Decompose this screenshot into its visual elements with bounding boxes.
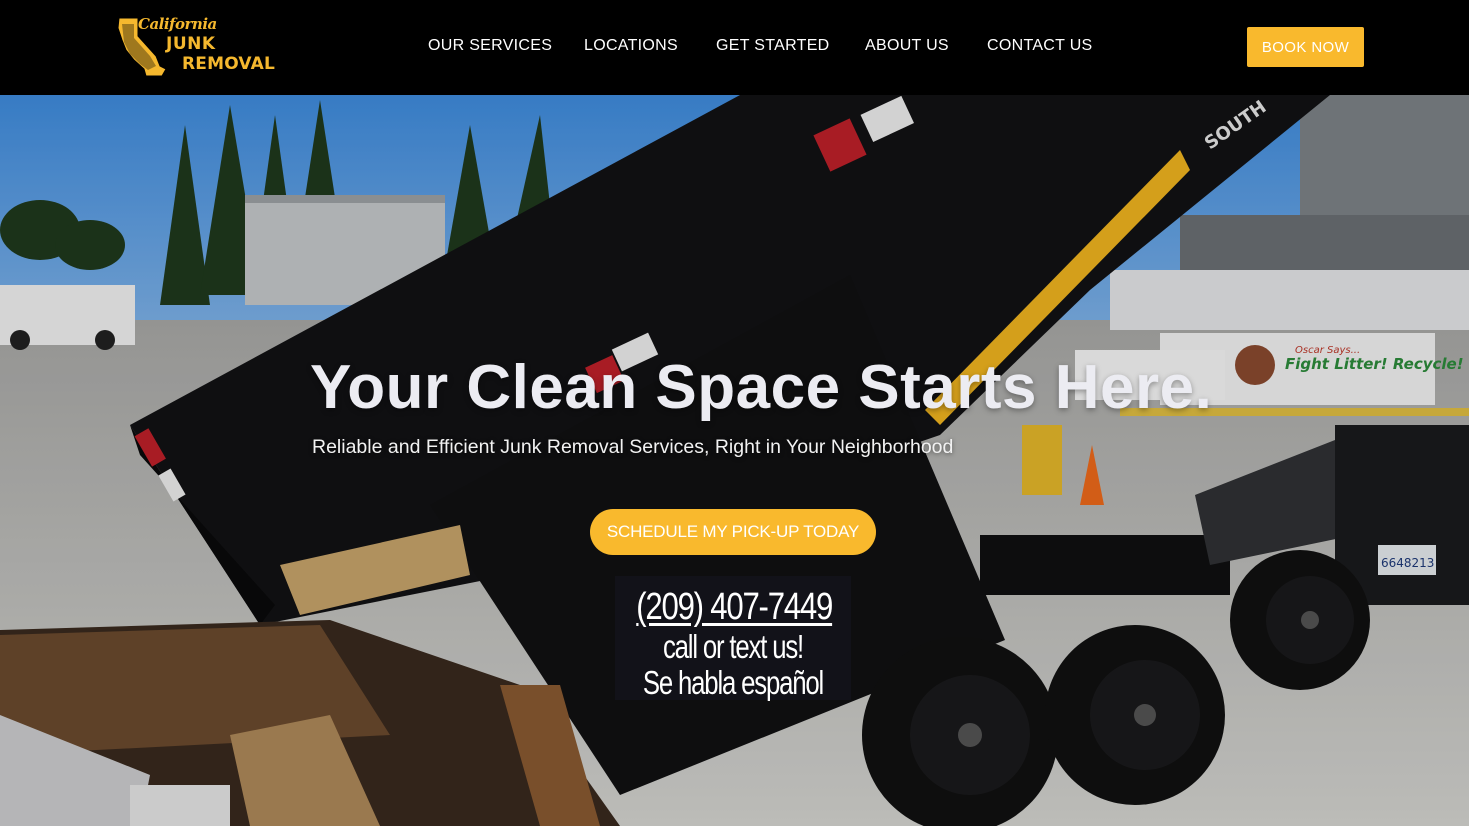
phone-contact-box: (209) 407-7449 call or text us! Se habla… xyxy=(615,576,851,701)
nav-get-started[interactable]: GET STARTED xyxy=(716,37,830,55)
hero-section: Oscar Says... Fight Litter! Recycle! SOU… xyxy=(0,95,1469,826)
phone-number-link[interactable]: (209) 407-7449 xyxy=(636,585,833,629)
nav-about-us[interactable]: ABOUT US xyxy=(865,37,949,55)
hero-background-photo: Oscar Says... Fight Litter! Recycle! SOU… xyxy=(0,95,1469,826)
site-header: California JUNK REMOVAL OUR SERVICES LOC… xyxy=(0,0,1469,95)
nav-our-services[interactable]: OUR SERVICES xyxy=(428,37,552,55)
logo-word-removal: REMOVAL xyxy=(182,54,276,74)
logo-script-text: California xyxy=(138,15,217,33)
hero-title: Your Clean Space Starts Here. xyxy=(310,353,1213,422)
company-logo[interactable]: California JUNK REMOVAL xyxy=(116,14,275,80)
schedule-pickup-button[interactable]: SCHEDULE MY PICK-UP TODAY xyxy=(590,509,876,555)
logo-word-junk: JUNK xyxy=(166,34,216,54)
call-or-text-note: call or text us! xyxy=(662,628,804,665)
hero-subtitle: Reliable and Efficient Junk Removal Serv… xyxy=(312,436,954,458)
nav-locations[interactable]: LOCATIONS xyxy=(584,37,678,55)
book-now-button[interactable]: BOOK NOW xyxy=(1247,27,1364,67)
spanish-note: Se habla español xyxy=(642,664,824,701)
nav-contact-us[interactable]: CONTACT US xyxy=(987,37,1093,55)
